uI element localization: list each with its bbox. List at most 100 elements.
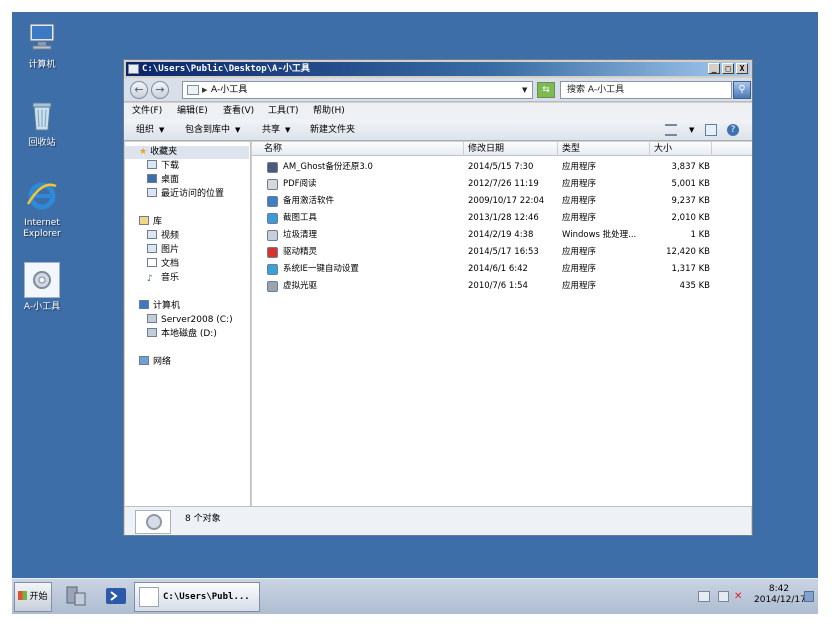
column-header-size[interactable]: 大小 <box>650 142 712 156</box>
menu-view[interactable]: 查看(V) <box>223 103 254 119</box>
nav-item-desktop[interactable]: 桌面 <box>147 174 179 187</box>
taskbar-item-label: C:\Users\Publ... <box>163 592 250 602</box>
folder-gear-icon <box>24 262 60 298</box>
share-button[interactable]: 共享 ▼ <box>262 119 290 141</box>
include-in-library-button[interactable]: 包含到库中 ▼ <box>185 119 240 141</box>
desktop-icon-a-tools[interactable]: A-小工具 <box>12 262 72 313</box>
taskbar: 开始 C:\Users\Publ... ✕ 8:42 2014/12/17 <box>12 578 818 614</box>
file-size: 12,420 KB <box>666 247 710 257</box>
file-row[interactable]: 驱动精灵 2014/5/17 16:53 应用程序 12,420 KB <box>252 244 752 261</box>
file-size: 2,010 KB <box>671 213 710 223</box>
desktop-icon-computer[interactable]: 计算机 <box>12 20 72 71</box>
start-label: 开始 <box>29 592 48 602</box>
music-icon: ♪ <box>147 274 153 284</box>
item-count: 8 个对象 <box>185 514 221 524</box>
drive-icon <box>147 314 157 323</box>
documents-icon <box>147 258 157 267</box>
powershell-icon[interactable] <box>104 584 128 608</box>
details-pane: 8 个对象 <box>125 506 751 535</box>
menu-file[interactable]: 文件(F) <box>132 103 162 119</box>
file-date: 2014/5/15 7:30 <box>468 162 534 172</box>
help-icon[interactable]: ? <box>727 124 739 136</box>
file-size: 1 KB <box>690 230 710 240</box>
desktop-icon-recycle-bin[interactable]: 回收站 <box>12 98 72 149</box>
nav-item-recent[interactable]: 最近访问的位置 <box>147 188 224 201</box>
desktop: 计算机 回收站 Internet Explorer A-小工具 C:\Users… <box>12 12 818 614</box>
new-folder-button[interactable]: 新建文件夹 <box>310 119 355 141</box>
taskbar-item-explorer[interactable]: C:\Users\Publ... <box>134 582 260 612</box>
organize-label: 组织 <box>136 125 155 135</box>
address-box[interactable]: ▶ A-小工具 <box>182 81 533 99</box>
nav-favorites[interactable]: ★ 收藏夹 <box>125 146 249 159</box>
title-bar[interactable]: C:\Users\Public\Desktop\A-小工具 _ □ X <box>126 62 750 76</box>
include-label: 包含到库中 <box>185 125 231 135</box>
desktop-icon-label: A-小工具 <box>23 302 61 312</box>
menu-edit[interactable]: 编辑(E) <box>177 103 208 119</box>
show-hidden-icons-icon[interactable] <box>698 591 710 602</box>
file-name: 系统IE一键自动设置 <box>283 264 359 274</box>
nav-item-drive-c[interactable]: Server2008 (C:) <box>147 314 233 327</box>
minimize-button[interactable]: _ <box>708 63 720 74</box>
videos-icon <box>147 230 157 239</box>
file-row[interactable]: PDF阅读 2012/7/26 11:19 应用程序 5,001 KB <box>252 176 752 193</box>
forward-button[interactable]: → <box>151 81 169 99</box>
column-header-date[interactable]: 修改日期 <box>464 142 558 156</box>
nav-libraries[interactable]: 库 <box>139 216 162 229</box>
nav-libraries-label: 库 <box>153 217 163 227</box>
maximize-button[interactable]: □ <box>722 63 734 74</box>
menu-help[interactable]: 帮助(H) <box>313 103 345 119</box>
pictures-icon <box>147 244 157 253</box>
file-row[interactable]: 备用激活软件 2009/10/17 22:04 应用程序 9,237 KB <box>252 193 752 210</box>
nav-item-documents[interactable]: 文档 <box>147 258 179 271</box>
library-icon <box>139 216 149 225</box>
nav-computer-label: 计算机 <box>153 301 181 311</box>
desktop-icon-label: Internet <box>24 218 60 228</box>
gear-icon <box>146 514 162 530</box>
server-manager-icon[interactable] <box>64 584 88 608</box>
refresh-button[interactable]: ⇆ <box>537 82 555 98</box>
clock-time: 8:42 <box>768 584 790 594</box>
star-icon: ★ <box>139 147 148 157</box>
nav-computer[interactable]: 计算机 <box>139 300 180 313</box>
column-header-name[interactable]: 名称 <box>252 142 464 156</box>
back-button[interactable]: ← <box>130 81 148 99</box>
window-icon <box>128 64 139 74</box>
close-button[interactable]: X <box>736 63 748 74</box>
show-desktop-icon[interactable] <box>804 591 814 602</box>
preview-pane-icon[interactable] <box>705 124 717 136</box>
file-row[interactable]: 垃圾清理 2014/2/19 4:38 Windows 批处理... 1 KB <box>252 227 752 244</box>
address-bar-row: ← → ▶ A-小工具 ▼ ⇆ 搜索 A-小工具 ⚲ <box>124 78 752 102</box>
organize-button[interactable]: 组织 ▼ <box>136 119 164 141</box>
nav-item-drive-d[interactable]: 本地磁盘 (D:) <box>147 328 217 341</box>
navigation-pane: ★ 收藏夹 下载 桌面 最近访问的位置 库 视频 图片 文档 ♪ 音乐 计算机 Se… <box>125 142 251 506</box>
view-options-icon[interactable] <box>665 124 677 136</box>
column-header-type[interactable]: 类型 <box>558 142 650 156</box>
file-row[interactable]: 虚拟光驱 2010/7/6 1:54 应用程序 435 KB <box>252 278 752 295</box>
volume-muted-icon[interactable]: ✕ <box>734 591 745 602</box>
file-type: 应用程序 <box>562 247 597 257</box>
desktop-icon-internet-explorer[interactable]: Internet Explorer <box>12 178 72 240</box>
desktop-folder-icon <box>147 174 157 183</box>
chevron-down-icon[interactable]: ▼ <box>689 119 694 141</box>
nav-item-music[interactable]: ♪ 音乐 <box>147 272 179 285</box>
file-date: 2014/6/1 6:42 <box>468 264 528 274</box>
clock[interactable]: 8:42 2014/12/17 <box>754 584 806 606</box>
file-date: 2014/5/17 16:53 <box>468 247 539 257</box>
nav-item-downloads[interactable]: 下载 <box>147 160 179 173</box>
nav-network[interactable]: 网络 <box>139 356 171 369</box>
file-row[interactable]: AM_Ghost备份还原3.0 2014/5/15 7:30 应用程序 3,837 K… <box>252 159 752 176</box>
file-row[interactable]: 截图工具 2013/1/28 12:46 应用程序 2,010 KB <box>252 210 752 227</box>
file-name: 驱动精灵 <box>283 247 318 257</box>
file-type: 应用程序 <box>562 162 597 172</box>
menu-tools[interactable]: 工具(T) <box>268 103 299 119</box>
address-dropdown-icon[interactable]: ▼ <box>522 86 527 94</box>
nav-item-videos[interactable]: 视频 <box>147 230 179 243</box>
search-input[interactable]: 搜索 A-小工具 <box>560 81 732 99</box>
file-row[interactable]: 系统IE一键自动设置 2014/6/1 6:42 应用程序 1,317 KB <box>252 261 752 278</box>
nav-item-pictures[interactable]: 图片 <box>147 244 179 257</box>
file-date: 2010/7/6 1:54 <box>468 281 528 291</box>
file-size: 1,317 KB <box>671 264 710 274</box>
search-icon[interactable]: ⚲ <box>733 81 751 99</box>
network-status-icon[interactable] <box>718 591 729 602</box>
start-button[interactable]: 开始 <box>14 582 52 612</box>
